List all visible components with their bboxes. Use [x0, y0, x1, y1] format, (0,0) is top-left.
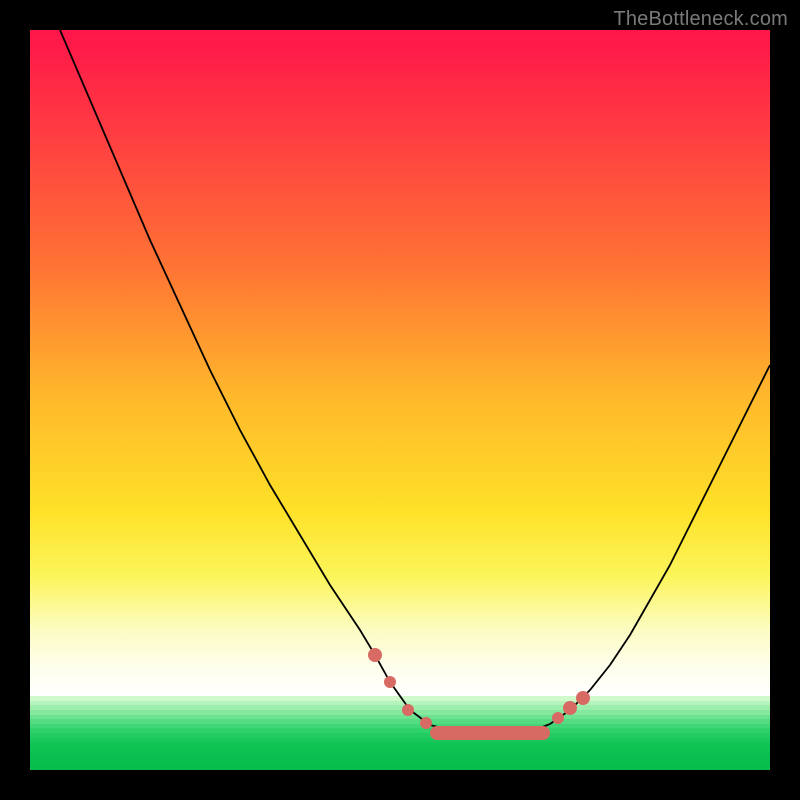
curve-marker: [552, 712, 564, 724]
curve-marker: [576, 691, 590, 705]
curve-marker: [420, 717, 432, 729]
plot-area: [30, 30, 770, 770]
watermark-text: TheBottleneck.com: [613, 8, 788, 31]
curve-left-branch: [60, 30, 465, 732]
bottleneck-curve-svg: [30, 30, 770, 770]
curve-markers: [368, 648, 590, 729]
min-marker-bar: [430, 726, 550, 740]
curve-marker: [368, 648, 382, 662]
curve-marker: [384, 676, 396, 688]
curve-right-branch: [550, 365, 770, 724]
curve-marker: [563, 701, 577, 715]
curve-marker: [402, 704, 414, 716]
